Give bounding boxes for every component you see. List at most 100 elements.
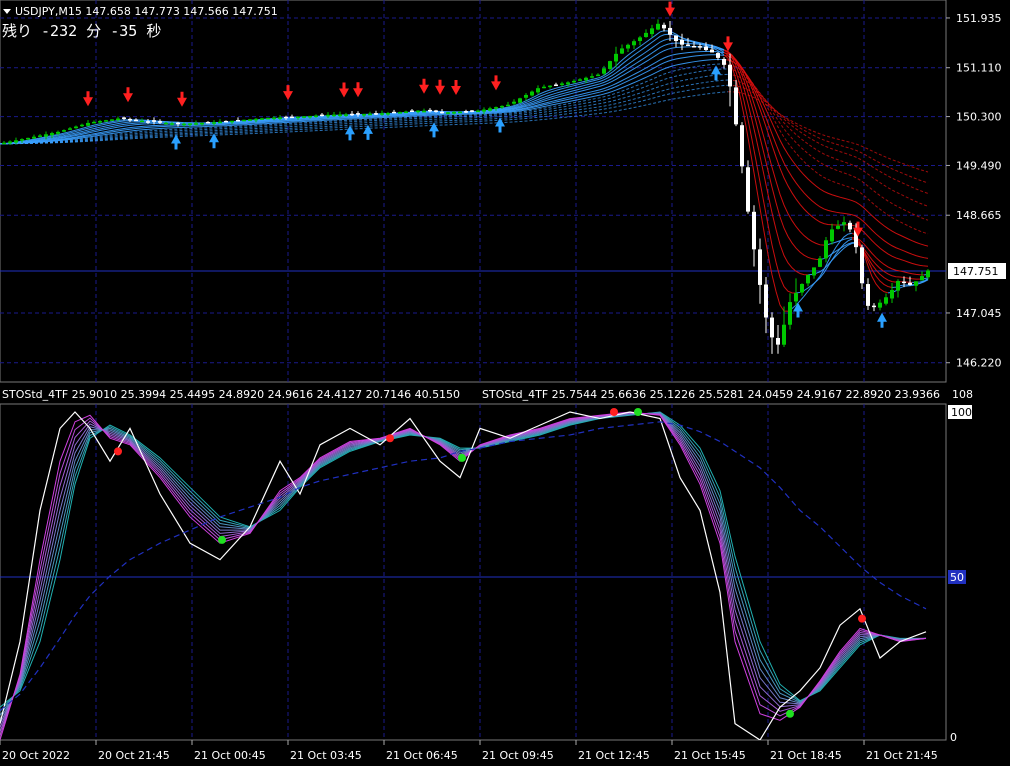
candle-body: [674, 35, 678, 42]
time-tick-label: 20 Oct 21:45: [98, 749, 170, 762]
candle-body: [464, 111, 468, 113]
candle-body: [302, 116, 306, 118]
candle-body: [380, 113, 384, 115]
candle-body: [224, 120, 228, 123]
trading-chart[interactable]: USDJPY,M15 147.658 147.773 147.566 147.7…: [0, 0, 1010, 766]
candle-body: [836, 225, 840, 229]
candle-body: [614, 53, 618, 62]
candle-body: [590, 76, 594, 78]
indicator-values-2: STOStd_4TF 25.7544 25.6636 25.1226 25.52…: [482, 388, 940, 401]
indicator-pane[interactable]: [0, 403, 947, 741]
candle-body: [512, 101, 516, 104]
candle-body: [830, 229, 834, 242]
candle-body: [236, 119, 240, 122]
candle-body: [50, 133, 54, 136]
candle-body: [638, 37, 642, 42]
signal-dot-green: [786, 709, 794, 718]
candle-body: [164, 122, 168, 125]
candle-body: [188, 123, 192, 125]
candle-body: [26, 137, 30, 140]
candle-body: [428, 109, 432, 112]
signal-dot-green: [218, 535, 226, 544]
price-tick-label: 149.490: [956, 159, 1002, 172]
signal-dot-red: [610, 408, 618, 416]
candle-body: [536, 88, 540, 93]
candle-body: [560, 83, 564, 85]
candle-body: [374, 113, 378, 115]
candle-body: [518, 98, 522, 103]
time-tick-label: 21 Oct 03:45: [290, 749, 362, 762]
candle-body: [140, 120, 144, 123]
candle-body: [452, 112, 456, 114]
price-axis[interactable]: 151.935 151.110 150.300 149.490 148.665 147.0…: [946, 12, 1002, 370]
candle-body: [14, 140, 18, 143]
candle-body: [410, 110, 414, 112]
candle-body: [200, 122, 204, 125]
candle-body: [86, 122, 90, 126]
candle-body: [356, 113, 360, 115]
candle-body: [734, 87, 738, 125]
candle-body: [776, 337, 780, 345]
candle-body: [152, 120, 156, 122]
indicator-values-1: STOStd_4TF 25.9010 25.3994 25.4495 24.89…: [2, 388, 460, 401]
candle-body: [728, 64, 732, 87]
candle-body: [116, 118, 120, 121]
candle-body: [332, 114, 336, 117]
candle-body: [500, 105, 504, 108]
candle-body: [296, 116, 300, 119]
signal-dot-green: [458, 453, 466, 462]
candle-body: [872, 305, 876, 308]
candle-body: [722, 58, 726, 65]
price-tick-label: 151.110: [956, 62, 1002, 75]
time-axis[interactable]: 20 Oct 2022 20 Oct 21:45 21 Oct 00:45 21 Oc…: [0, 740, 938, 762]
candle-body: [416, 110, 420, 113]
candle-body: [146, 121, 150, 123]
candle-body: [566, 82, 570, 85]
candle-body: [584, 77, 588, 81]
candle-body: [698, 46, 702, 48]
symbol-header: USDJPY,M15 147.658 147.773 147.566 147.7…: [15, 5, 278, 18]
candle-body: [644, 32, 648, 38]
candle-body: [656, 23, 660, 30]
price-pane[interactable]: [0, 0, 947, 383]
price-pane-border: [0, 0, 947, 383]
candle-body: [278, 117, 282, 119]
candle-body: [770, 317, 774, 338]
signal-dot-red: [114, 447, 122, 456]
candle-body: [608, 61, 612, 69]
candle-body: [230, 120, 234, 123]
candle-body: [44, 134, 48, 137]
candle-body: [620, 48, 624, 54]
level-50-label: 50: [950, 571, 964, 584]
candle-body: [578, 79, 582, 81]
candle-body: [788, 302, 792, 325]
candle-body: [422, 110, 426, 113]
candle-body: [668, 27, 672, 35]
indicator-scale-top: 108: [952, 388, 973, 401]
time-tick-label: 21 Oct 06:45: [386, 749, 458, 762]
candle-body: [878, 302, 882, 308]
candle-body: [752, 211, 756, 250]
candle-body: [218, 121, 222, 124]
candle-body: [470, 110, 474, 112]
candle-body: [248, 119, 252, 121]
candle-body: [650, 28, 654, 35]
candle-body: [254, 118, 258, 121]
candle-body: [128, 118, 132, 121]
candle-body: [110, 119, 114, 121]
candle-body: [740, 125, 744, 167]
candle-body: [8, 141, 12, 144]
candle-body: [866, 284, 870, 306]
candle-body: [272, 117, 276, 120]
candle-body: [260, 118, 264, 120]
candle-body: [758, 249, 762, 285]
candle-body: [806, 274, 810, 284]
candle-body: [284, 116, 288, 119]
candle-body: [860, 247, 864, 284]
candle-body: [392, 111, 396, 114]
candle-body: [914, 281, 918, 286]
time-tick-label: 21 Oct 21:45: [866, 749, 938, 762]
price-tick-label: 147.045: [956, 307, 1002, 320]
candle-body: [794, 293, 798, 302]
candle-body: [314, 115, 318, 118]
